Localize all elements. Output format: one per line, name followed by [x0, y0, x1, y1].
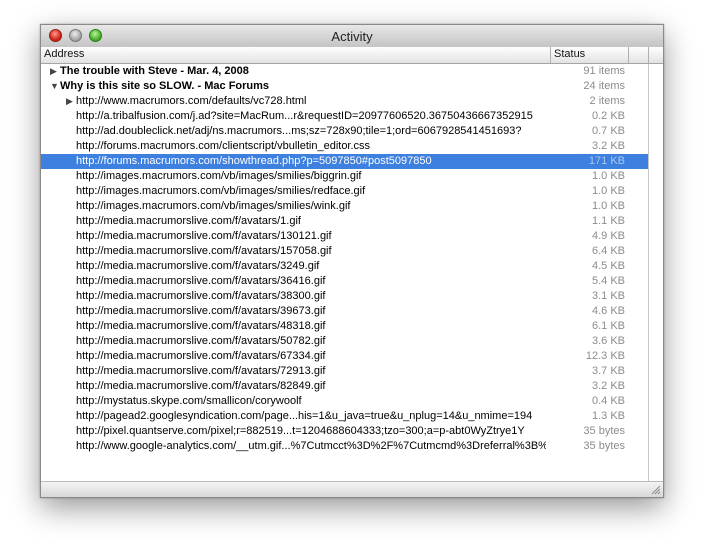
row-status: 2 items	[589, 95, 625, 107]
column-divider	[648, 47, 649, 63]
row-address: http://media.macrumorslive.com/f/avatars…	[76, 245, 332, 257]
page-group-row[interactable]: ▶ The trouble with Steve - Mar. 4, 2008 91…	[41, 64, 648, 79]
resource-row[interactable]: http://media.macrumorslive.com/f/avatars…	[41, 214, 648, 229]
resource-row[interactable]: http://pixel.quantserve.com/pixel;r=8825…	[41, 424, 648, 439]
row-status: 0.7 KB	[591, 125, 625, 137]
row-status: 4.5 KB	[591, 260, 625, 272]
resource-row[interactable]: http://media.macrumorslive.com/f/avatars…	[41, 289, 648, 304]
row-address: http://ad.doubleclick.net/adj/ns.macrumo…	[76, 125, 522, 137]
status-column-header[interactable]: Status	[554, 48, 585, 60]
row-status: 0.2 KB	[591, 110, 625, 122]
resource-row[interactable]: http://media.macrumorslive.com/f/avatars…	[41, 229, 648, 244]
row-status: 1.0 KB	[591, 185, 625, 197]
row-status: 6.1 KB	[591, 320, 625, 332]
row-address: Why is this site so SLOW. - Mac Forums	[60, 80, 270, 92]
row-address: http://forums.macrumors.com/showthread.p…	[76, 155, 432, 167]
row-address: http://pixel.quantserve.com/pixel;r=8825…	[76, 425, 525, 437]
row-status: 12.3 KB	[585, 350, 625, 362]
row-address: http://media.macrumorslive.com/f/avatars…	[76, 260, 320, 272]
row-status: 24 items	[583, 80, 625, 92]
title-bar[interactable]: Activity	[41, 25, 663, 48]
column-header: Address Status	[41, 47, 663, 64]
resource-row[interactable]: http://media.macrumorslive.com/f/avatars…	[41, 379, 648, 394]
resource-row[interactable]: http://media.macrumorslive.com/f/avatars…	[41, 244, 648, 259]
resource-row[interactable]: http://media.macrumorslive.com/f/avatars…	[41, 334, 648, 349]
row-status: 3.2 KB	[591, 140, 625, 152]
column-divider[interactable]	[628, 47, 629, 63]
resource-row[interactable]: http://images.macrumors.com/vb/images/sm…	[41, 169, 648, 184]
row-status: 0.4 KB	[591, 395, 625, 407]
row-status: 1.0 KB	[591, 200, 625, 212]
page-group-row[interactable]: ▼ Why is this site so SLOW. - Mac Forums 2…	[41, 79, 648, 94]
row-address: http://media.macrumorslive.com/f/avatars…	[76, 350, 326, 362]
activity-window: Activity Address Status ▶ The trouble wit…	[40, 24, 664, 498]
window-bottom-bar	[41, 481, 663, 497]
row-address: http://media.macrumorslive.com/f/avatars…	[76, 230, 332, 242]
window-title: Activity	[331, 29, 373, 44]
row-address: http://media.macrumorslive.com/f/avatars…	[76, 380, 326, 392]
resource-row[interactable]: http://pagead2.googlesyndication.com/pag…	[41, 409, 648, 424]
disclosure-triangle-closed-icon[interactable]: ▶	[50, 64, 57, 79]
disclosure-triangle-closed-icon[interactable]: ▶	[66, 94, 73, 109]
resource-row[interactable]: http://media.macrumorslive.com/f/avatars…	[41, 319, 648, 334]
row-status: 35 bytes	[583, 425, 625, 437]
row-address: http://media.macrumorslive.com/f/avatars…	[76, 305, 326, 317]
resource-row[interactable]: http://a.tribalfusion.com/j.ad?site=MacR…	[41, 109, 648, 124]
row-status: 3.6 KB	[591, 335, 625, 347]
row-address: http://media.macrumorslive.com/f/avatars…	[76, 320, 326, 332]
row-address: http://forums.macrumors.com/clientscript…	[76, 140, 371, 152]
row-status: 1.1 KB	[591, 215, 625, 227]
row-status: 4.9 KB	[591, 230, 625, 242]
resource-row[interactable]: http://images.macrumors.com/vb/images/sm…	[41, 184, 648, 199]
row-status: 3.7 KB	[591, 365, 625, 377]
row-address: http://media.macrumorslive.com/f/avatars…	[76, 365, 326, 377]
row-address: The trouble with Steve - Mar. 4, 2008	[60, 65, 249, 77]
row-status: 91 items	[583, 65, 625, 77]
resource-row[interactable]: http://media.macrumorslive.com/f/avatars…	[41, 349, 648, 364]
row-address: http://a.tribalfusion.com/j.ad?site=MacR…	[76, 110, 533, 122]
disclosure-triangle-open-icon[interactable]: ▼	[50, 79, 59, 94]
resource-row[interactable]: http://media.macrumorslive.com/f/avatars…	[41, 274, 648, 289]
vertical-scrollbar[interactable]	[648, 64, 663, 482]
row-status: 3.1 KB	[591, 290, 625, 302]
activity-list[interactable]: ▶ The trouble with Steve - Mar. 4, 2008 91…	[41, 64, 648, 482]
row-status: 1.0 KB	[591, 170, 625, 182]
row-address: http://images.macrumors.com/vb/images/sm…	[76, 200, 351, 212]
row-status: 171 KB	[588, 155, 625, 167]
resource-row[interactable]: ▶ http://www.macrumors.com/defaults/vc728…	[41, 94, 648, 109]
row-status: 35 bytes	[583, 440, 625, 452]
resource-row[interactable]: http://media.macrumorslive.com/f/avatars…	[41, 304, 648, 319]
row-status: 4.6 KB	[591, 305, 625, 317]
address-column-header[interactable]: Address	[44, 48, 84, 60]
row-status: 6.4 KB	[591, 245, 625, 257]
resource-row[interactable]: http://ad.doubleclick.net/adj/ns.macrumo…	[41, 124, 648, 139]
resource-row[interactable]: http://mystatus.skype.com/smallicon/cory…	[41, 394, 648, 409]
row-address: http://mystatus.skype.com/smallicon/cory…	[76, 395, 302, 407]
resource-row[interactable]: http://images.macrumors.com/vb/images/sm…	[41, 199, 648, 214]
row-address: http://pagead2.googlesyndication.com/pag…	[76, 410, 533, 422]
resource-row[interactable]: http://forums.macrumors.com/showthread.p…	[41, 154, 648, 169]
column-divider[interactable]	[550, 47, 551, 63]
row-status: 1.3 KB	[591, 410, 625, 422]
row-address: http://media.macrumorslive.com/f/avatars…	[76, 335, 326, 347]
row-address: http://images.macrumors.com/vb/images/sm…	[76, 170, 362, 182]
resize-grip-icon[interactable]	[650, 484, 661, 495]
resource-row[interactable]: http://media.macrumorslive.com/f/avatars…	[41, 364, 648, 379]
row-address: http://media.macrumorslive.com/f/avatars…	[76, 275, 326, 287]
resource-row[interactable]: http://media.macrumorslive.com/f/avatars…	[41, 259, 648, 274]
row-status: 3.2 KB	[591, 380, 625, 392]
resource-row[interactable]: http://www.google-analytics.com/__utm.gi…	[41, 439, 648, 454]
row-address: http://www.google-analytics.com/__utm.gi…	[76, 440, 546, 452]
resource-row[interactable]: http://forums.macrumors.com/clientscript…	[41, 139, 648, 154]
row-address: http://media.macrumorslive.com/f/avatars…	[76, 290, 326, 302]
row-status: 5.4 KB	[591, 275, 625, 287]
row-address: http://media.macrumorslive.com/f/avatars…	[76, 215, 301, 227]
row-address: http://images.macrumors.com/vb/images/sm…	[76, 185, 366, 197]
row-address: http://www.macrumors.com/defaults/vc728.…	[76, 95, 307, 107]
